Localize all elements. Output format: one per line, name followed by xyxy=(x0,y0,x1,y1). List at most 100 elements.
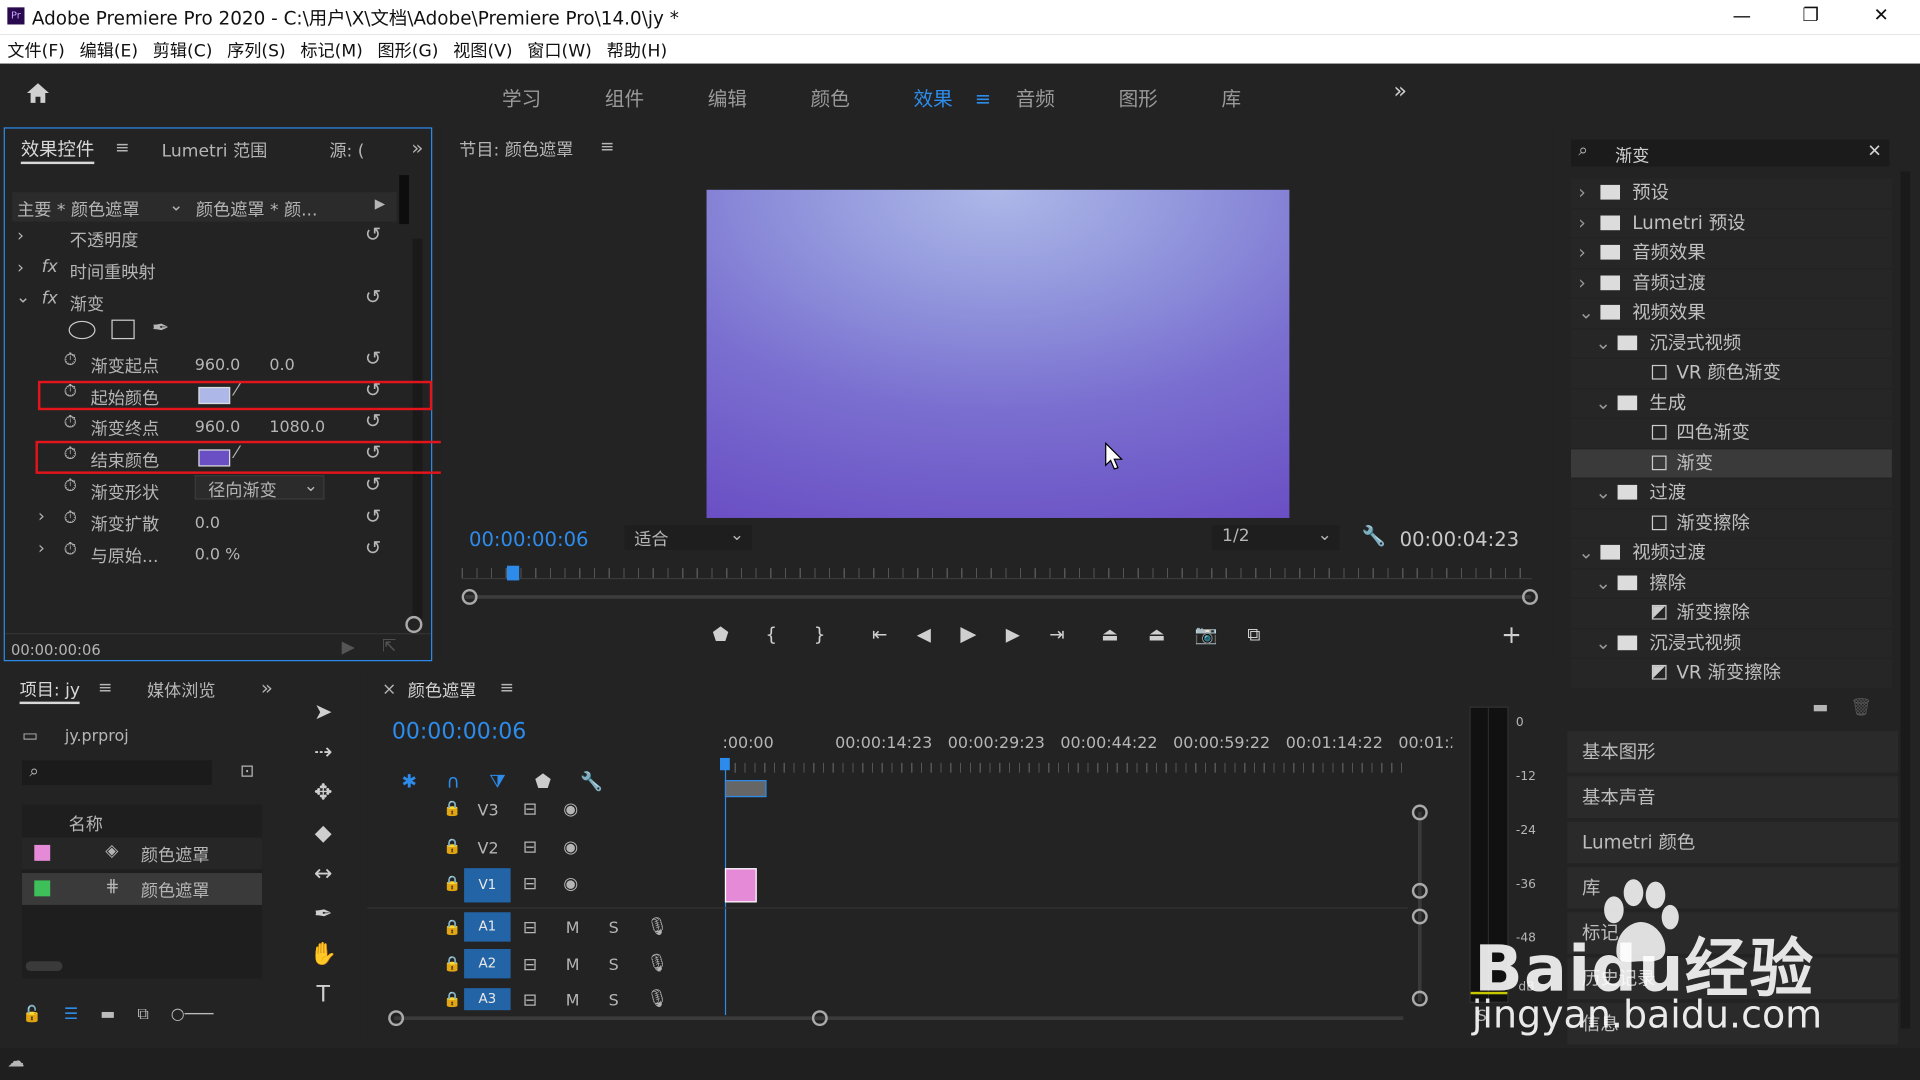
menu-sequence[interactable]: 序列(S) xyxy=(227,42,286,62)
lock-icon[interactable]: 🔒 xyxy=(443,800,461,817)
sync-lock-icon[interactable]: ⊟ xyxy=(523,874,537,894)
rectangle-mask-icon[interactable] xyxy=(111,319,135,340)
menu-marker[interactable]: 标记(M) xyxy=(300,42,362,62)
expand-chevron-icon[interactable]: › xyxy=(38,539,45,559)
master-clip-label[interactable]: 主要 * 颜色遮罩 xyxy=(17,197,139,221)
sequence-tab-title[interactable]: 颜色遮罩 xyxy=(408,678,477,702)
sync-lock-icon[interactable]: ⊟ xyxy=(523,955,537,975)
effects-item[interactable]: 渐变 xyxy=(1571,448,1892,478)
effects-folder-item[interactable]: ⌄ 沉浸式视频 xyxy=(1571,628,1892,658)
resolution-select[interactable]: 1/2 ⌄ xyxy=(1212,525,1340,550)
workspace-learn[interactable]: 学习 xyxy=(502,87,541,110)
chevron-down-icon[interactable]: ⌄ xyxy=(1596,629,1611,658)
menu-clip[interactable]: 剪辑(C) xyxy=(153,42,213,62)
find-bin-icon[interactable]: ⊡ xyxy=(240,762,254,782)
chevron-right-icon[interactable]: › xyxy=(1578,269,1585,298)
chevron-down-icon[interactable]: ⌄ xyxy=(1596,329,1611,358)
add-marker-icon[interactable]: ⬟ xyxy=(713,623,729,645)
home-icon[interactable] xyxy=(24,81,51,105)
export-icon[interactable]: ⇱ xyxy=(382,637,396,657)
razor-tool-icon[interactable]: ◆ xyxy=(304,818,343,850)
track-select-tool-icon[interactable]: ⇢ xyxy=(304,737,343,769)
workspace-assembly[interactable]: 组件 xyxy=(605,87,644,110)
right-scrollbar[interactable] xyxy=(1900,171,1911,1029)
hand-tool-icon[interactable]: ✋ xyxy=(304,939,343,971)
eye-icon[interactable]: ◉ xyxy=(563,800,578,820)
stopwatch-icon[interactable]: ⏱ xyxy=(64,350,77,370)
lumetri-color-panel[interactable]: Lumetri 颜色 xyxy=(1567,821,1898,864)
work-area-bar[interactable] xyxy=(724,780,767,798)
menu-file[interactable]: 文件(F) xyxy=(7,42,65,62)
lock-icon[interactable]: 🔒 xyxy=(443,838,461,855)
name-column-header[interactable]: 名称 xyxy=(69,812,103,836)
zoom-handle-left[interactable] xyxy=(461,588,478,605)
stopwatch-icon[interactable]: ⏱ xyxy=(64,508,77,528)
effects-item[interactable]: 四色渐变 xyxy=(1571,418,1892,448)
effects-item[interactable]: 渐变擦除 xyxy=(1571,508,1892,538)
panel-menu-icon[interactable]: ≡ xyxy=(500,678,514,698)
program-video-frame[interactable] xyxy=(706,189,1290,518)
selection-tool-icon[interactable]: ➤ xyxy=(304,697,343,729)
chevron-right-icon[interactable]: › xyxy=(1578,239,1585,268)
lock-icon[interactable]: 🔒 xyxy=(443,991,461,1008)
microphone-icon[interactable]: 🎙 xyxy=(647,917,669,937)
snap-icon[interactable]: ∩ xyxy=(446,770,459,792)
wrench-icon[interactable]: 🔧 xyxy=(1362,524,1386,547)
chevron-right-icon[interactable]: › xyxy=(1578,209,1585,238)
solo-button[interactable]: S xyxy=(609,956,619,974)
zoom-handle-right[interactable] xyxy=(811,1010,828,1027)
end-point-y[interactable]: 1080.0 xyxy=(269,419,325,437)
extract-icon[interactable]: ⏏ xyxy=(1148,623,1165,645)
zoom-handle-left[interactable] xyxy=(388,1010,405,1027)
effects-item[interactable]: 渐变擦除 xyxy=(1571,598,1892,628)
play-icon[interactable]: ▶ xyxy=(960,622,976,646)
step-forward-icon[interactable]: ▶ xyxy=(1006,623,1020,645)
add-button-icon[interactable]: + xyxy=(1501,620,1522,649)
workspace-editing[interactable]: 编辑 xyxy=(708,87,747,110)
more-workspaces-icon[interactable]: » xyxy=(1393,78,1406,104)
creative-cloud-icon[interactable]: ☁ xyxy=(7,1052,24,1072)
delete-icon[interactable]: 🗑 xyxy=(1850,698,1872,718)
sync-lock-icon[interactable]: ⊟ xyxy=(523,991,537,1011)
panel-menu-icon[interactable]: ≡ xyxy=(600,137,614,157)
reset-icon[interactable]: ↺ xyxy=(365,223,381,246)
expand-chevron-icon[interactable]: › xyxy=(38,507,45,527)
scroll-handle[interactable] xyxy=(1411,882,1428,899)
solo-button[interactable]: S xyxy=(609,920,619,938)
playhead-marker[interactable] xyxy=(506,565,520,581)
chevron-down-icon[interactable]: ⌄ xyxy=(1596,389,1611,418)
effects-folder-item[interactable]: ⌄ 沉浸式视频 xyxy=(1571,328,1892,358)
minimize-button[interactable]: — xyxy=(1733,5,1751,27)
clip-label[interactable]: 颜色遮罩 * 颜... xyxy=(196,197,318,221)
tab-effect-controls[interactable]: 效果控件 xyxy=(20,136,95,165)
ripple-edit-tool-icon[interactable]: ✥ xyxy=(304,778,343,810)
menu-edit[interactable]: 编辑(E) xyxy=(80,42,139,62)
chevron-down-icon[interactable]: ⌄ xyxy=(1578,299,1593,328)
step-back-icon[interactable]: ◀ xyxy=(917,623,931,645)
chevron-down-icon[interactable]: ⌄ xyxy=(1596,569,1611,598)
lock-icon[interactable]: 🔓 xyxy=(22,1005,42,1023)
effects-search-field[interactable]: ⌕ 渐变 ✕ xyxy=(1571,139,1890,167)
slip-tool-icon[interactable]: ↔ xyxy=(304,858,343,890)
tab-source[interactable]: 源: ( xyxy=(329,138,364,162)
solo-button[interactable]: S xyxy=(609,992,619,1010)
tab-media-browser[interactable]: 媒体浏览 xyxy=(147,678,216,702)
panel-overflow-icon[interactable]: » xyxy=(261,676,273,699)
effects-folder-item[interactable]: ⌄ 视频效果 xyxy=(1571,298,1892,328)
list-item[interactable]: ⋕ 颜色遮罩 xyxy=(22,873,263,905)
workspace-audio[interactable]: 音频 xyxy=(1016,87,1055,110)
reset-icon[interactable]: ↺ xyxy=(365,409,381,432)
stopwatch-icon[interactable]: ⏱ xyxy=(64,413,77,433)
scroll-handle[interactable] xyxy=(1411,908,1428,925)
microphone-icon[interactable]: 🎙 xyxy=(647,954,669,974)
track-label-a2[interactable]: A2 xyxy=(464,948,511,979)
mute-button[interactable]: M xyxy=(566,992,580,1010)
reset-icon[interactable]: ↺ xyxy=(365,347,381,370)
freeform-view-icon[interactable]: ⧉ xyxy=(137,1005,148,1023)
close-window-button[interactable]: ✕ xyxy=(1873,4,1888,26)
menu-help[interactable]: 帮助(H) xyxy=(607,42,668,62)
workspace-effects[interactable]: 效果 xyxy=(914,87,953,110)
chevron-right-icon[interactable]: › xyxy=(1578,179,1585,208)
icon-view-icon[interactable]: ▬ xyxy=(100,1005,115,1023)
blend-value[interactable]: 0.0 % xyxy=(195,546,241,564)
